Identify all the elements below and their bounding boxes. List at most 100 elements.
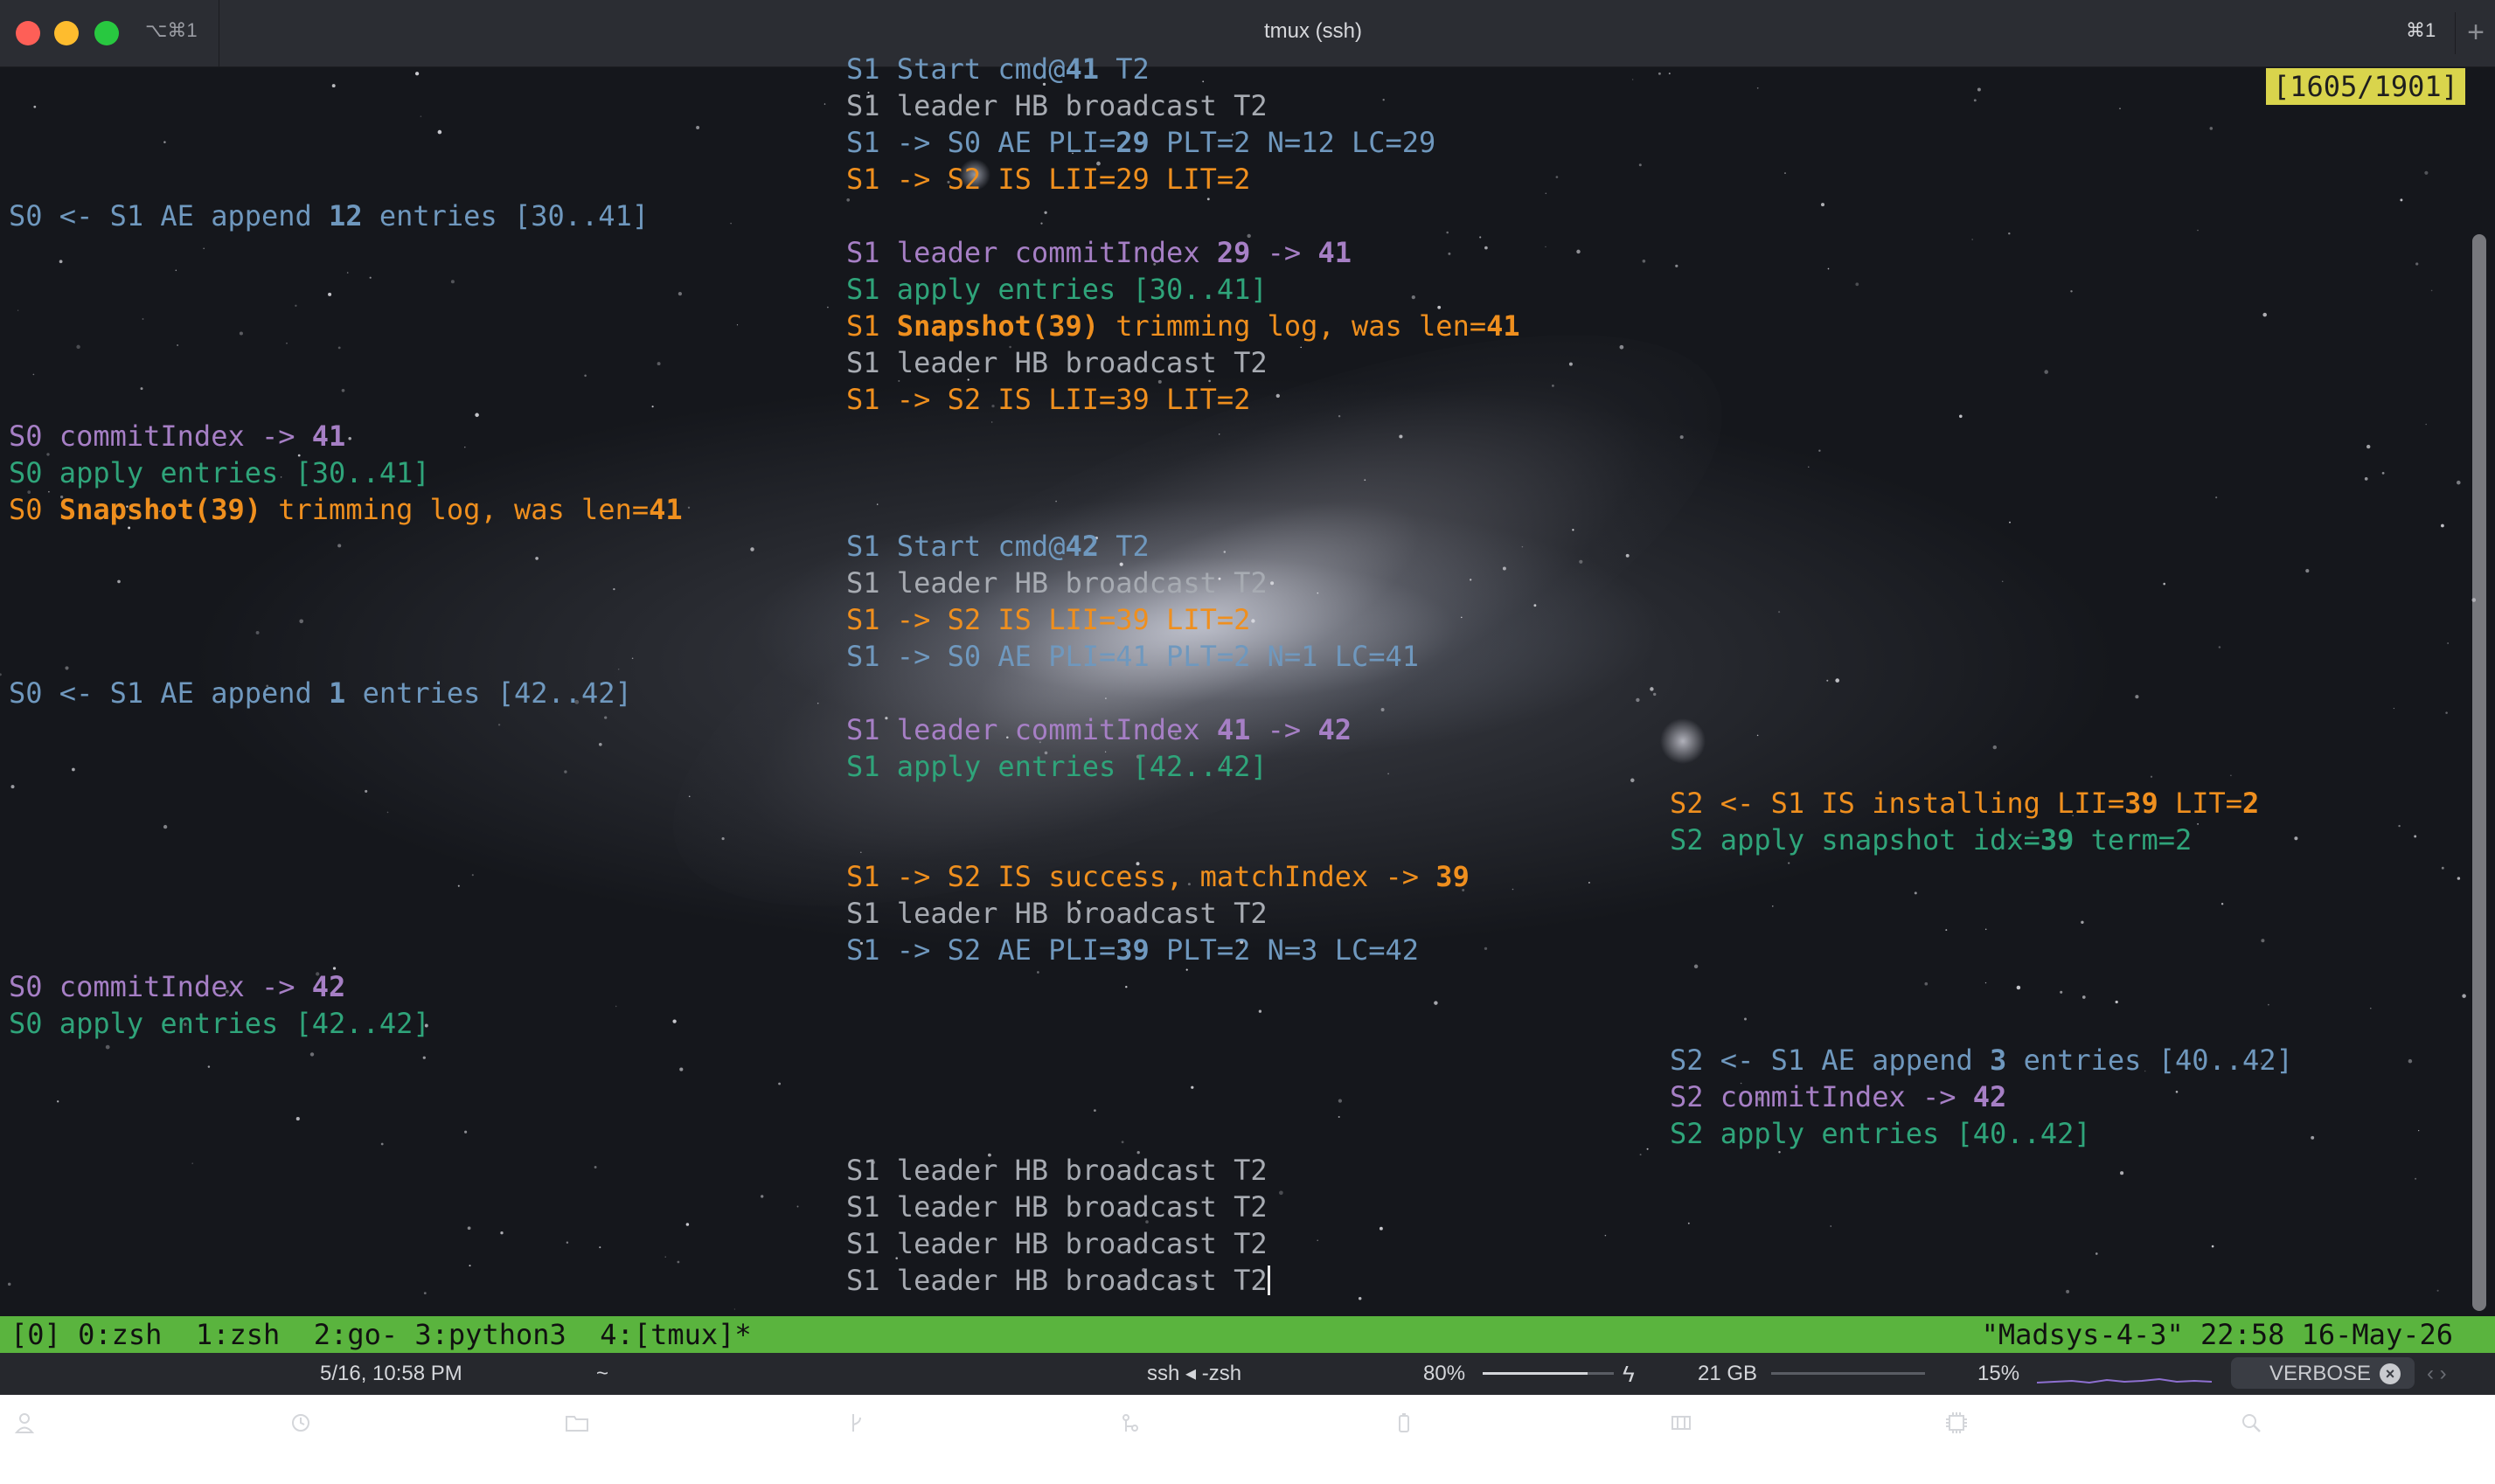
log-line: S1 leader HB broadcast T2 — [846, 1262, 1270, 1299]
log-segment: PLT=2 N=3 LC=42 — [1149, 933, 1420, 967]
log-segment: 42 — [1065, 530, 1099, 563]
log-segment: 12 — [329, 199, 363, 232]
log-line: S1 leader HB broadcast T2 — [846, 344, 1268, 381]
log-segment: S1 — [846, 309, 897, 343]
log-line: S1 leader HB broadcast T2 — [846, 1225, 1268, 1262]
directory-label[interactable]: ~ — [596, 1362, 608, 1386]
cpu-icon — [1944, 1362, 1969, 1433]
log-segment: S1 leader commitIndex — [846, 713, 1217, 746]
terminal-cursor — [1267, 1266, 1270, 1295]
battery-meter — [1483, 1372, 1614, 1375]
search-nav-arrows-icon[interactable]: ‹ › — [2427, 1362, 2447, 1386]
log-line: S0 apply entries [30..41] — [9, 454, 430, 491]
log-segment: entries [40..42] — [2006, 1044, 2293, 1077]
log-segment: S0 commitIndex -> — [9, 420, 312, 453]
log-line: S1 leader HB broadcast T2 — [846, 1152, 1268, 1189]
log-segment: 39 — [2124, 787, 2158, 820]
log-segment: S1 -> S2 IS LII=39 LIT=2 — [846, 383, 1251, 416]
log-segment: S0 — [9, 493, 59, 526]
log-segment: S1 -> S0 AE PLI= — [846, 126, 1116, 159]
tab-shortcut-label[interactable]: ⌥⌘1 — [145, 19, 198, 42]
log-segment: 41 — [649, 493, 683, 526]
log-segment: -> — [1250, 236, 1318, 269]
log-line: S0 <- S1 AE append 12 entries [30..41] — [9, 198, 649, 234]
log-line: S1 leader HB broadcast T2 — [846, 1189, 1268, 1225]
log-segment: 39 — [1115, 933, 1150, 967]
log-segment: S1 leader HB broadcast T2 — [846, 1190, 1268, 1224]
search-icon — [2240, 1362, 2263, 1432]
log-segment: S1 apply entries [30..41] — [846, 273, 1268, 306]
new-tab-button[interactable]: + — [2455, 12, 2495, 54]
log-line: S1 leader HB broadcast T2 — [846, 895, 1268, 932]
log-line: S2 apply snapshot idx=39 term=2 — [1670, 822, 2192, 858]
log-segment: 41 — [1216, 713, 1251, 746]
memory-icon — [1670, 1362, 1693, 1430]
charging-icon: ϟ — [1623, 1361, 1635, 1387]
log-line: S1 apply entries [30..41] — [846, 271, 1268, 308]
log-segment: S1 -> S2 IS LII=39 LIT=2 — [846, 603, 1251, 636]
log-segment: 42 — [1317, 713, 1352, 746]
log-segment: S2 <- S1 IS installing LII= — [1670, 787, 2125, 820]
log-segment: PLT=2 N=12 LC=29 — [1149, 126, 1436, 159]
log-segment: S1 Start cmd@ — [846, 530, 1066, 563]
log-segment: S1 -> S0 AE PLI=41 PLT=2 N=1 LC=41 — [846, 640, 1420, 673]
log-segment: S1 -> S2 AE PLI= — [846, 933, 1116, 967]
close-window-button[interactable] — [16, 21, 40, 45]
log-line: S1 leader HB broadcast T2 — [846, 565, 1268, 601]
log-line: S1 -> S2 IS LII=29 LIT=2 — [846, 161, 1250, 198]
job-icon — [1121, 1362, 1144, 1432]
minimize-window-button[interactable] — [54, 21, 79, 45]
window-title-bar: ⌥⌘1 tmux (ssh) ⌘1 + — [0, 0, 2495, 67]
user-icon — [14, 1362, 38, 1433]
log-segment: S1 leader HB broadcast T2 — [846, 1264, 1268, 1297]
log-segment: S1 -> S2 IS success, matchIndex -> — [846, 860, 1436, 893]
log-segment: trimming log, was len= — [261, 493, 650, 526]
log-segment: 1 — [329, 676, 346, 710]
log-segment: 29 — [1115, 126, 1150, 159]
search-input[interactable]: VERBOSE — [2269, 1362, 2371, 1386]
log-segment: entries [42..42] — [345, 676, 632, 710]
log-segment: entries [30..41] — [362, 199, 650, 232]
log-segment: S1 -> S2 IS LII=29 LIT=2 — [846, 163, 1251, 196]
maximize-window-button[interactable] — [94, 21, 119, 45]
log-line: S0 commitIndex -> 42 — [9, 968, 345, 1005]
log-segment: LIT= — [2158, 787, 2243, 820]
folder-icon — [565, 1362, 589, 1432]
log-line: S1 Snapshot(39) trimming log, was len=41 — [846, 308, 1520, 344]
job-name-label: ssh ◂ -zsh — [1147, 1362, 1242, 1385]
log-line: S2 <- S1 AE append 3 entries [40..42] — [1670, 1042, 2293, 1078]
log-line: S0 Snapshot(39) trimming log, was len=41 — [9, 491, 683, 528]
log-segment: 42 — [1972, 1080, 2007, 1113]
clear-search-icon[interactable]: × — [2380, 1363, 2401, 1384]
terminal-scrollbar[interactable] — [2472, 234, 2486, 1311]
log-line: S0 commitIndex -> 41 — [9, 418, 345, 454]
terminal-pane[interactable]: S1 Start cmd@41 T2 S1 leader HB broadcast… — [0, 52, 2495, 1316]
log-segment: trimming log, was len= — [1098, 309, 1487, 343]
log-segment: 41 — [1317, 236, 1352, 269]
log-segment: S1 leader commitIndex — [846, 236, 1217, 269]
log-segment: S2 apply entries [40..42] — [1670, 1117, 2091, 1150]
log-segment: 42 — [311, 970, 346, 1003]
log-segment: S0 apply entries [30..41] — [9, 456, 430, 489]
log-line: S1 leader HB broadcast T2 — [846, 87, 1268, 124]
log-segment: S0 <- S1 AE append — [9, 676, 330, 710]
log-segment: Snapshot(39) — [896, 309, 1099, 343]
log-segment: 3 — [1990, 1044, 2007, 1077]
log-line: S1 -> S0 AE PLI=29 PLT=2 N=12 LC=29 — [846, 124, 1435, 161]
log-segment: S1 leader HB broadcast T2 — [846, 1154, 1268, 1187]
log-segment: T2 — [1098, 52, 1150, 86]
log-segment: S1 apply entries [42..42] — [846, 750, 1268, 783]
log-segment: -> — [1250, 713, 1318, 746]
cpu-graph — [2037, 1377, 2212, 1384]
tmux-window-list[interactable]: [0] 0:zsh 1:zsh 2:go- 3:python3 4:[tmux]… — [10, 1316, 752, 1353]
log-segment: term=2 — [2074, 823, 2193, 856]
log-segment: S1 leader HB broadcast T2 — [846, 897, 1268, 930]
log-line: S1 -> S2 IS LII=39 LIT=2 — [846, 601, 1250, 638]
log-segment: S2 apply snapshot idx= — [1670, 823, 2040, 856]
log-segment: S2 <- S1 AE append — [1670, 1044, 1991, 1077]
log-segment: S1 leader HB broadcast T2 — [846, 1227, 1268, 1260]
log-line: S1 Start cmd@41 T2 — [846, 51, 1150, 87]
log-segment: 41 — [1065, 52, 1099, 86]
log-segment: S0 apply entries [42..42] — [9, 1007, 430, 1040]
log-line: S0 <- S1 AE append 1 entries [42..42] — [9, 675, 632, 711]
